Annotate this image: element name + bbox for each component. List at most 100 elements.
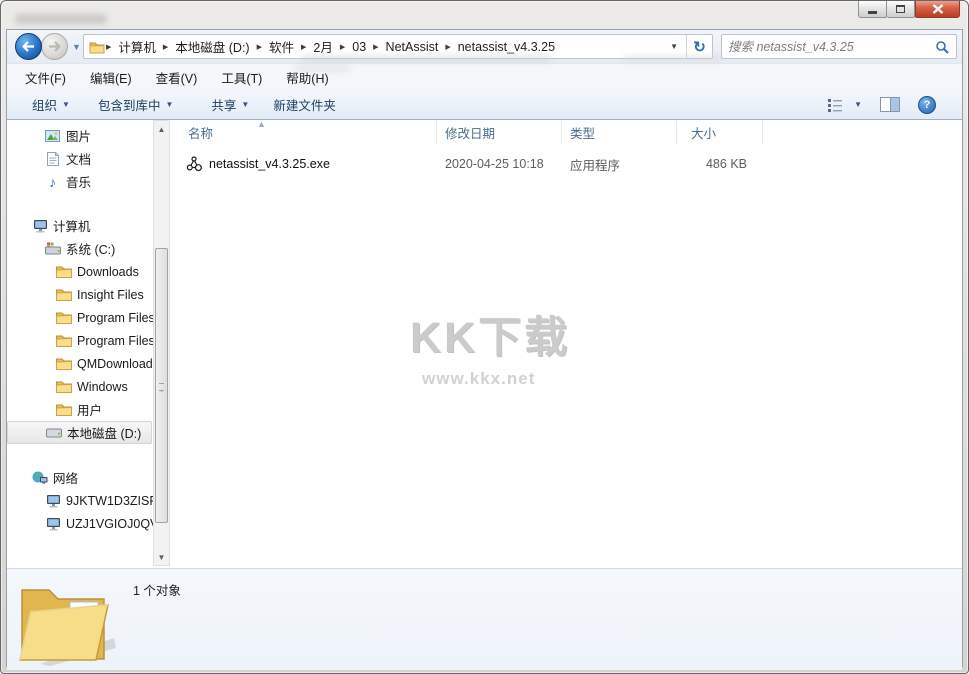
breadcrumb-separator-icon: ▶ (372, 43, 379, 51)
sidebar-item-pictures[interactable]: 图片 (7, 124, 172, 147)
breadcrumb-drive-d[interactable]: 本地磁盘 (D:) (169, 37, 255, 56)
minimize-button[interactable] (858, 1, 887, 18)
address-dropdown-icon[interactable]: ▼ (662, 42, 686, 51)
sidebar-item-label: Program Files (77, 334, 155, 348)
sidebar-item-qmdownload[interactable]: QMDownload (7, 352, 172, 375)
forward-button[interactable] (41, 33, 68, 60)
views-button[interactable]: ▼ (827, 98, 862, 112)
sidebar-item-local-disk-d[interactable]: 本地磁盘 (D:) (7, 421, 152, 444)
help-button[interactable]: ? (918, 96, 936, 114)
breadcrumb-software[interactable]: 软件 (263, 37, 300, 56)
breadcrumb-month[interactable]: 2月 (307, 37, 338, 56)
search-icon[interactable] (935, 40, 956, 54)
close-icon (932, 4, 944, 14)
column-headers: ▲ 名称 修改日期 类型 大小 (172, 120, 962, 144)
sidebar-item-downloads[interactable]: Downloads (7, 260, 172, 283)
sidebar-item-system-c[interactable]: 系统 (C:) (7, 237, 172, 260)
blurred-window-title (15, 14, 107, 24)
file-type-cell: 应用程序 (562, 155, 677, 174)
sidebar-item-label: 用户 (77, 400, 102, 419)
sidebar-item-computer[interactable]: 计算机 (7, 214, 172, 237)
breadcrumb-separator-icon: ▶ (256, 43, 263, 51)
new-folder-button[interactable]: 新建文件夹 (273, 95, 336, 114)
column-header-type[interactable]: 类型 (562, 120, 677, 144)
toolbar-right-group: ▼ ? (827, 96, 936, 114)
column-label: 类型 (570, 123, 595, 142)
back-button[interactable] (15, 33, 42, 60)
file-size: 486 KB (706, 157, 747, 171)
watermark-title: KK下载 (410, 303, 570, 365)
chevron-down-icon: ▼ (241, 100, 249, 109)
recent-locations-chevron-icon[interactable]: ▼ (72, 42, 81, 52)
blurred-overlay (293, 65, 351, 72)
file-type: 应用程序 (570, 155, 620, 174)
sidebar-item-network-pc-2[interactable]: UZJ1VGIOJ0QV (7, 512, 172, 535)
blurred-overlay (623, 55, 723, 62)
minimize-icon (868, 11, 877, 14)
tree-scrollbar[interactable]: ▲ ▼ (153, 120, 170, 566)
breadcrumb-current-folder[interactable]: netassist_v4.3.25 (452, 40, 561, 54)
sidebar-item-users[interactable]: 用户 (7, 398, 172, 421)
sidebar-item-label: 9JKTW1D3ZISFV (66, 494, 165, 508)
scroll-up-icon[interactable]: ▲ (154, 121, 169, 137)
breadcrumb-computer[interactable]: 计算机 (112, 37, 162, 56)
sidebar-item-label: 音乐 (66, 172, 91, 191)
share-label: 共享 (211, 95, 236, 114)
include-in-library-button[interactable]: 包含到库中 ▼ (98, 95, 173, 114)
watermark-url: www.kkx.net (422, 369, 570, 389)
preview-pane-button[interactable] (880, 97, 900, 112)
navigation-pane: 图片 文档 ♪ 音乐 计算机 系统 (C:) (7, 120, 172, 568)
sidebar-item-label: Insight Files (77, 288, 144, 302)
menu-tools[interactable]: 工具(T) (221, 68, 262, 87)
menu-edit[interactable]: 编辑(E) (90, 68, 132, 87)
close-button[interactable] (915, 1, 960, 18)
column-header-date[interactable]: 修改日期 (437, 120, 562, 144)
folder-icon (55, 357, 72, 370)
sidebar-item-label: 系统 (C:) (66, 239, 115, 258)
file-name: netassist_v4.3.25.exe (209, 157, 330, 171)
scroll-down-icon[interactable]: ▼ (154, 549, 169, 565)
maximize-icon (896, 5, 905, 13)
forward-arrow-icon (48, 41, 61, 52)
sidebar-item-label: 网络 (53, 468, 78, 487)
sidebar-item-windows[interactable]: Windows (7, 375, 172, 398)
sidebar-item-label: 文档 (66, 149, 91, 168)
list-view-icon (827, 98, 843, 112)
column-header-name[interactable]: 名称 (172, 120, 437, 144)
file-date: 2020-04-25 10:18 (445, 157, 544, 171)
sort-ascending-icon: ▲ (257, 119, 266, 129)
sidebar-item-documents[interactable]: 文档 (7, 147, 172, 170)
chevron-down-icon: ▼ (854, 100, 862, 109)
breadcrumb-03[interactable]: 03 (346, 40, 372, 54)
menu-file[interactable]: 文件(F) (25, 68, 66, 87)
network-icon (31, 471, 48, 485)
search-input[interactable] (722, 40, 935, 54)
network-pc-icon (44, 494, 61, 508)
organize-button[interactable]: 组织 ▼ (32, 95, 70, 114)
sidebar-item-label: 图片 (66, 126, 91, 145)
search-box (721, 34, 957, 59)
file-row-netassist-exe[interactable]: netassist_v4.3.25.exe 2020-04-25 10:18 应… (172, 152, 763, 176)
sidebar-item-label: Windows (77, 380, 128, 394)
sidebar-item-insight-files[interactable]: Insight Files (7, 283, 172, 306)
breadcrumb-netassist[interactable]: NetAssist (380, 40, 445, 54)
sidebar-item-music[interactable]: ♪ 音乐 (7, 170, 172, 193)
share-button[interactable]: 共享 ▼ (211, 95, 249, 114)
drive-icon (45, 428, 62, 438)
maximize-button[interactable] (887, 1, 915, 18)
folder-icon (55, 380, 72, 393)
file-size-cell: 486 KB (677, 157, 763, 171)
breadcrumb-separator-icon: ▶ (162, 43, 169, 51)
sidebar-item-program-files-2[interactable]: Program Files (7, 329, 172, 352)
scroll-thumb[interactable] (155, 248, 168, 523)
sidebar-item-program-files[interactable]: Program Files (7, 306, 172, 329)
details-pane: 1 个对象 (7, 568, 962, 670)
file-list: ▲ 名称 修改日期 类型 大小 (172, 120, 962, 568)
column-header-size[interactable]: 大小 (677, 120, 763, 144)
sidebar-item-network-pc-1[interactable]: 9JKTW1D3ZISFV (7, 489, 172, 512)
blurred-overlay (301, 55, 551, 62)
sidebar-item-network[interactable]: 网络 (7, 466, 172, 489)
menu-view[interactable]: 查看(V) (156, 68, 198, 87)
folder-icon (55, 311, 72, 324)
file-name-cell: netassist_v4.3.25.exe (172, 156, 437, 172)
